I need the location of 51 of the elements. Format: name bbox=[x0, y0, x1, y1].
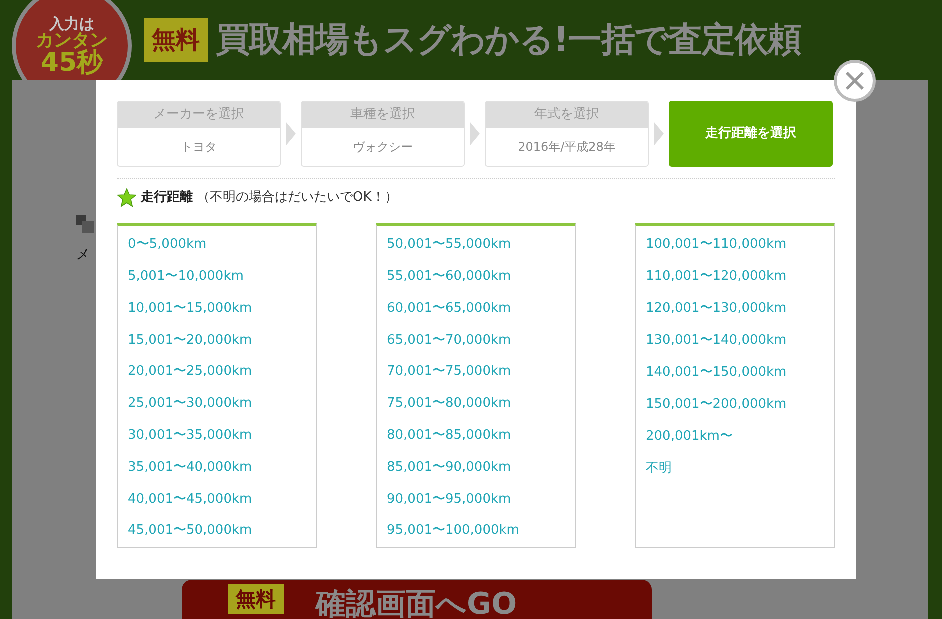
mileage-option[interactable]: 130,001〜140,000km bbox=[646, 325, 824, 357]
mileage-option[interactable]: 80,001〜85,000km bbox=[387, 420, 565, 452]
mileage-option[interactable]: 5,001〜10,000km bbox=[128, 260, 306, 293]
mileage-option[interactable]: 150,001〜200,000km bbox=[646, 389, 824, 421]
close-button[interactable] bbox=[834, 60, 876, 102]
confirm-button[interactable]: 無料 確認画面へGO bbox=[182, 580, 652, 619]
chevron-icon bbox=[470, 122, 480, 146]
mileage-option[interactable]: 20,001〜25,000km bbox=[128, 356, 306, 388]
mileage-option[interactable]: 10,001〜15,000km bbox=[128, 292, 306, 324]
mileage-option[interactable]: 40,001〜45,000km bbox=[128, 483, 306, 516]
badge-text: カンタン bbox=[36, 32, 108, 50]
badge-text: 入力は bbox=[50, 16, 94, 32]
mileage-option[interactable]: 90,001〜95,000km bbox=[387, 483, 565, 516]
badge-text: 45秒 bbox=[40, 50, 104, 76]
mileage-option[interactable]: 25,001〜30,000km bbox=[128, 388, 306, 420]
mileage-option[interactable]: 0〜5,000km bbox=[128, 229, 306, 261]
mileage-option[interactable]: 70,001〜75,000km bbox=[387, 356, 565, 388]
mileage-option[interactable]: 75,001〜80,000km bbox=[387, 388, 565, 420]
mileage-option[interactable]: 85,001〜90,000km bbox=[387, 452, 565, 484]
mileage-option[interactable]: 15,001〜20,000km bbox=[128, 324, 306, 356]
mileage-option[interactable]: 35,001〜40,000km bbox=[128, 452, 306, 484]
mileage-option[interactable]: 55,001〜60,000km bbox=[387, 260, 565, 293]
step-value: トヨタ bbox=[181, 139, 217, 156]
mileage-option[interactable]: 65,001〜70,000km bbox=[387, 324, 565, 356]
section-note: （不明の場合はだいたいでOK！） bbox=[197, 189, 398, 208]
mileage-option[interactable]: 45,001〜50,000km bbox=[128, 515, 306, 547]
star-icon bbox=[117, 188, 137, 208]
mileage-option[interactable]: 95,001〜100,000km bbox=[387, 515, 565, 547]
step-title: 走行距離を選択 bbox=[706, 125, 796, 144]
mileage-option[interactable]: 110,001〜120,000km bbox=[646, 261, 824, 293]
mileage-option[interactable]: 30,001〜35,000km bbox=[128, 420, 306, 452]
mileage-option[interactable]: 120,001〜130,000km bbox=[646, 293, 824, 325]
mileage-option[interactable]: 200,001km〜 bbox=[646, 421, 824, 453]
mileage-option[interactable]: 100,001〜110,000km bbox=[646, 229, 824, 261]
chevron-icon bbox=[286, 122, 296, 146]
step-title: 年式を選択 bbox=[534, 106, 600, 124]
step-title: メーカーを選択 bbox=[154, 106, 244, 124]
mileage-option[interactable]: 60,001〜65,000km bbox=[387, 292, 565, 324]
label-text: メ bbox=[76, 246, 91, 265]
step-title: 車種を選択 bbox=[350, 106, 416, 124]
headline: 買取相場もスグわかる!一括で査定依頼 bbox=[216, 18, 802, 62]
step-value: 2016年/平成28年 bbox=[518, 139, 616, 156]
mileage-option[interactable]: 50,001〜55,000km bbox=[387, 229, 565, 261]
mileage-option[interactable]: 140,001〜150,000km bbox=[646, 357, 824, 389]
step-value: ヴォクシー bbox=[353, 139, 413, 156]
free-tag: 無料 bbox=[144, 18, 208, 62]
mileage-option[interactable]: 不明 bbox=[646, 453, 824, 485]
close-icon bbox=[845, 71, 865, 91]
chevron-icon bbox=[654, 122, 664, 146]
square-icon bbox=[76, 215, 94, 233]
section-heading: 走行距離 bbox=[141, 189, 193, 208]
